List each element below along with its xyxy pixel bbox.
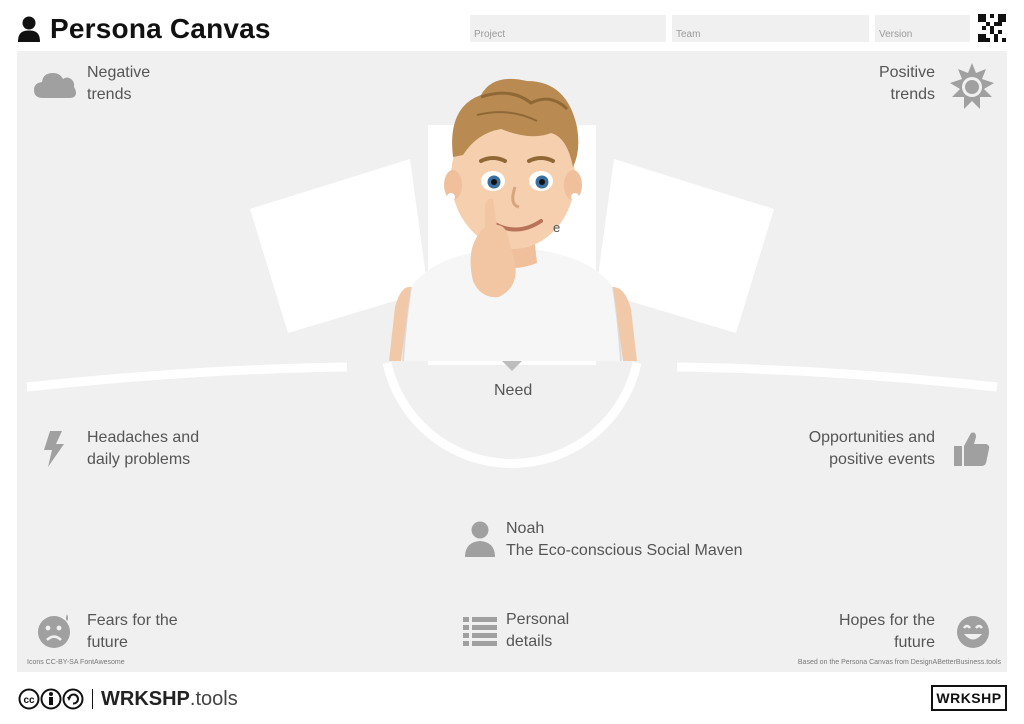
personal-details-label: Personal details xyxy=(506,611,570,650)
project-field-label: Project xyxy=(474,29,506,40)
opportunities-label: Opportunities and positive events xyxy=(808,429,935,468)
left-divider-arc xyxy=(26,362,348,392)
persona-tagline: The Eco-conscious Social Maven xyxy=(506,542,743,559)
hopes-label: Hopes for the future xyxy=(838,612,935,651)
need-label: Need xyxy=(494,382,533,399)
version-field-label: Version xyxy=(879,29,913,40)
cloud-icon xyxy=(34,73,76,98)
sun-icon xyxy=(950,63,994,109)
sad-face-icon xyxy=(38,614,70,648)
headaches-label: Headaches and daily problems xyxy=(87,429,200,468)
header-title: Persona Canvas xyxy=(18,12,271,46)
team-field[interactable]: Team xyxy=(672,15,869,42)
right-divider-arc xyxy=(676,362,998,392)
thumbs-up-icon xyxy=(954,432,990,466)
happy-face-icon xyxy=(957,616,989,648)
need-pointer xyxy=(502,361,522,371)
bolt-icon xyxy=(44,431,64,467)
center-fragment: e xyxy=(553,220,561,235)
footer-brand: cc WRKSHP.tools xyxy=(18,686,238,712)
svg-text:cc: cc xyxy=(23,695,35,706)
negative-trends-label: Negative trends xyxy=(87,64,151,103)
user-icon xyxy=(18,16,40,42)
list-icon xyxy=(463,617,497,646)
qr-code-icon xyxy=(978,14,1006,42)
source-credit: Based on the Persona Canvas from DesignA… xyxy=(797,659,1001,666)
persona-canvas: e Negative trends Positive trends Need H… xyxy=(17,51,1007,672)
persona-avatar xyxy=(389,78,637,361)
persona-name: Noah xyxy=(506,520,545,537)
page-title: Persona Canvas xyxy=(50,13,271,44)
wrkshp-badge[interactable]: WRKSHP xyxy=(931,685,1007,711)
version-field[interactable]: Version xyxy=(875,15,970,42)
need-circle xyxy=(382,362,642,468)
fears-label: Fears for the future xyxy=(87,612,178,651)
person-icon xyxy=(465,521,495,557)
persona-identity: Noah The Eco-conscious Social Maven xyxy=(506,518,743,562)
wrkshp-tools-logo[interactable]: WRKSHP.tools xyxy=(101,688,238,711)
icons-credit: Icons CC-BY-SA FontAwesome xyxy=(27,659,125,666)
creative-commons-icon: cc xyxy=(18,688,84,710)
team-field-label: Team xyxy=(676,29,701,40)
positive-trends-label: Positive trends xyxy=(878,64,935,103)
footer-divider xyxy=(92,689,93,709)
project-field[interactable]: Project xyxy=(470,15,666,42)
